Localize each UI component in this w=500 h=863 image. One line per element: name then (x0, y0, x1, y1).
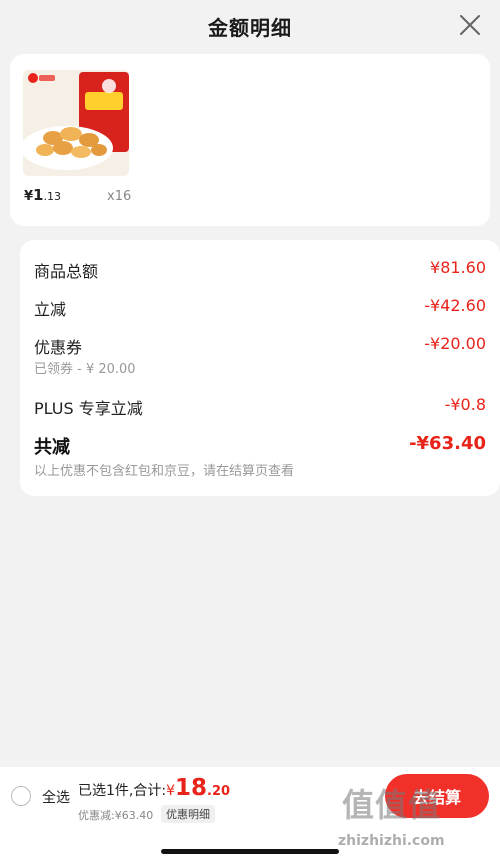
goods-total-label: 商品总额 (34, 262, 99, 281)
discount-line: 优惠减:¥63.40 (78, 809, 154, 822)
home-indicator (161, 849, 339, 854)
amount-detail-card: 商品总额 ¥81.60 立减 -¥42.60 优惠券 -¥20.00 已领券 -… (20, 240, 500, 496)
coupon-sub: 已领券 - ¥ 20.00 (34, 362, 136, 377)
total-off-note: 以上优惠不包含红包和京豆，请在结算页查看 (34, 464, 295, 479)
select-all-radio[interactable] (11, 786, 31, 806)
instant-off-value: -¥42.60 (424, 296, 486, 315)
header: 金额明细 (0, 0, 500, 52)
quantity: x16 (107, 189, 132, 204)
instant-off-label: 立减 (34, 300, 67, 319)
checkout-button[interactable]: 去结算 (385, 774, 489, 818)
select-all-label[interactable]: 全选 (42, 787, 70, 807)
coupon-label: 优惠券 (34, 338, 83, 357)
snack-package-image[interactable] (23, 70, 129, 176)
coupon-value: -¥20.00 (424, 334, 486, 353)
total-off-value: -¥63.40 (409, 433, 486, 454)
goods-total-value: ¥81.60 (430, 258, 486, 277)
plus-off-value: -¥0.8 (444, 395, 486, 414)
page-title: 金额明细 (208, 15, 292, 40)
plus-off-label: PLUS 专享立减 (34, 399, 143, 418)
total-amount: 18 (175, 775, 208, 801)
selected-text: 已选1件,合计: (78, 783, 167, 799)
cart-summary: 已选1件,合计:¥18.20 (78, 775, 231, 801)
total-off-label: 共减 (34, 437, 70, 458)
discount-detail-tag[interactable]: 优惠明细 (161, 805, 215, 823)
close-icon[interactable] (458, 13, 482, 37)
unit-price: ¥1.13 (24, 186, 61, 204)
